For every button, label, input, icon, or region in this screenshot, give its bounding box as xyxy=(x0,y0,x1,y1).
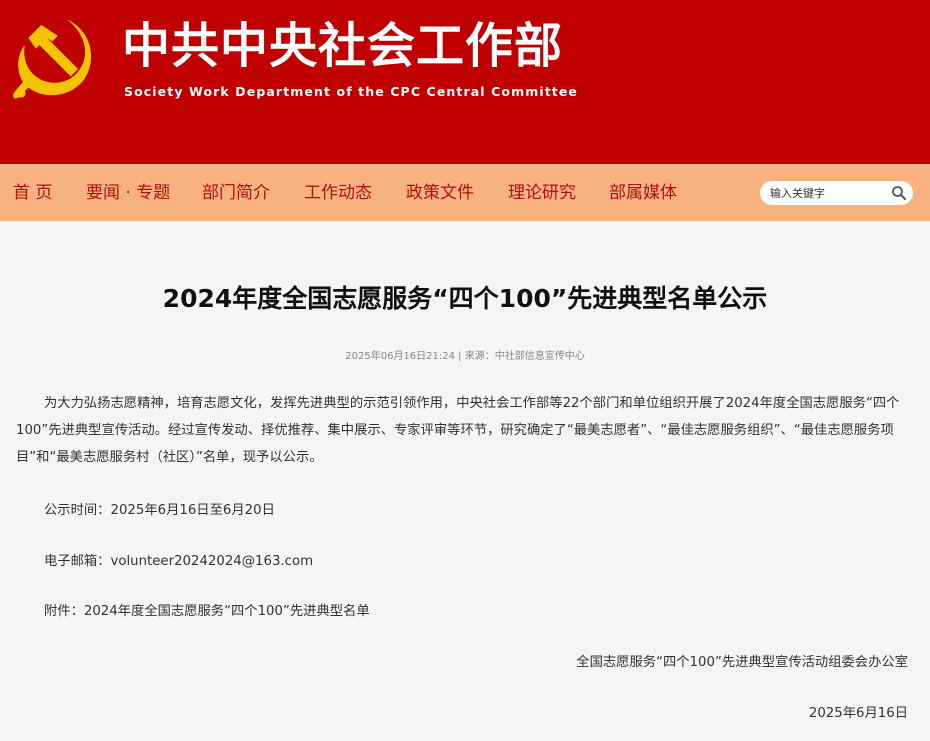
article-meta: 2025年06月16日21:24 | 来源：中社部信息宣传中心 xyxy=(345,351,585,362)
hammer-and-sickle-icon[interactable] xyxy=(10,12,102,104)
nav-item-theory[interactable]: 理论研究 xyxy=(508,182,576,204)
signature: 全国志愿服务“四个100”先进典型宣传活动组委会办公室 xyxy=(576,655,908,670)
search-icon[interactable] xyxy=(891,185,907,201)
search-input[interactable] xyxy=(770,184,880,202)
contact-email: 电子邮箱：volunteer20242024@163.com xyxy=(44,554,314,569)
nav-item-home[interactable]: 首 页 xyxy=(13,182,52,204)
publish-date: 2025年6月16日 xyxy=(808,706,908,721)
site-header: 中共中央社会工作部 Society Work Department of the… xyxy=(0,0,930,164)
notice-time: 公示时间：2025年6月16日至6月20日 xyxy=(44,503,275,518)
article-body: 为大力弘扬志愿精神，培育志愿文化，发挥先进典型的示范引领作用，中央社会工作部等2… xyxy=(16,396,900,465)
site-subtitle: Society Work Department of the CPC Centr… xyxy=(124,84,579,99)
attachment-link[interactable]: 附件：2024年度全国志愿服务“四个100”先进典型名单 xyxy=(44,602,370,622)
nav-item-about[interactable]: 部门简介 xyxy=(202,182,270,204)
search-box xyxy=(760,181,913,205)
nav-item-work[interactable]: 工作动态 xyxy=(304,182,372,204)
article-title: 2024年度全国志愿服务“四个100”先进典型名单公示 xyxy=(162,284,768,313)
nav-item-news[interactable]: 要闻 · 专题 xyxy=(86,182,170,204)
nav-item-policy[interactable]: 政策文件 xyxy=(406,182,474,204)
nav-item-media[interactable]: 部属媒体 xyxy=(609,182,677,204)
site-title: 中共中央社会工作部 xyxy=(122,18,564,74)
